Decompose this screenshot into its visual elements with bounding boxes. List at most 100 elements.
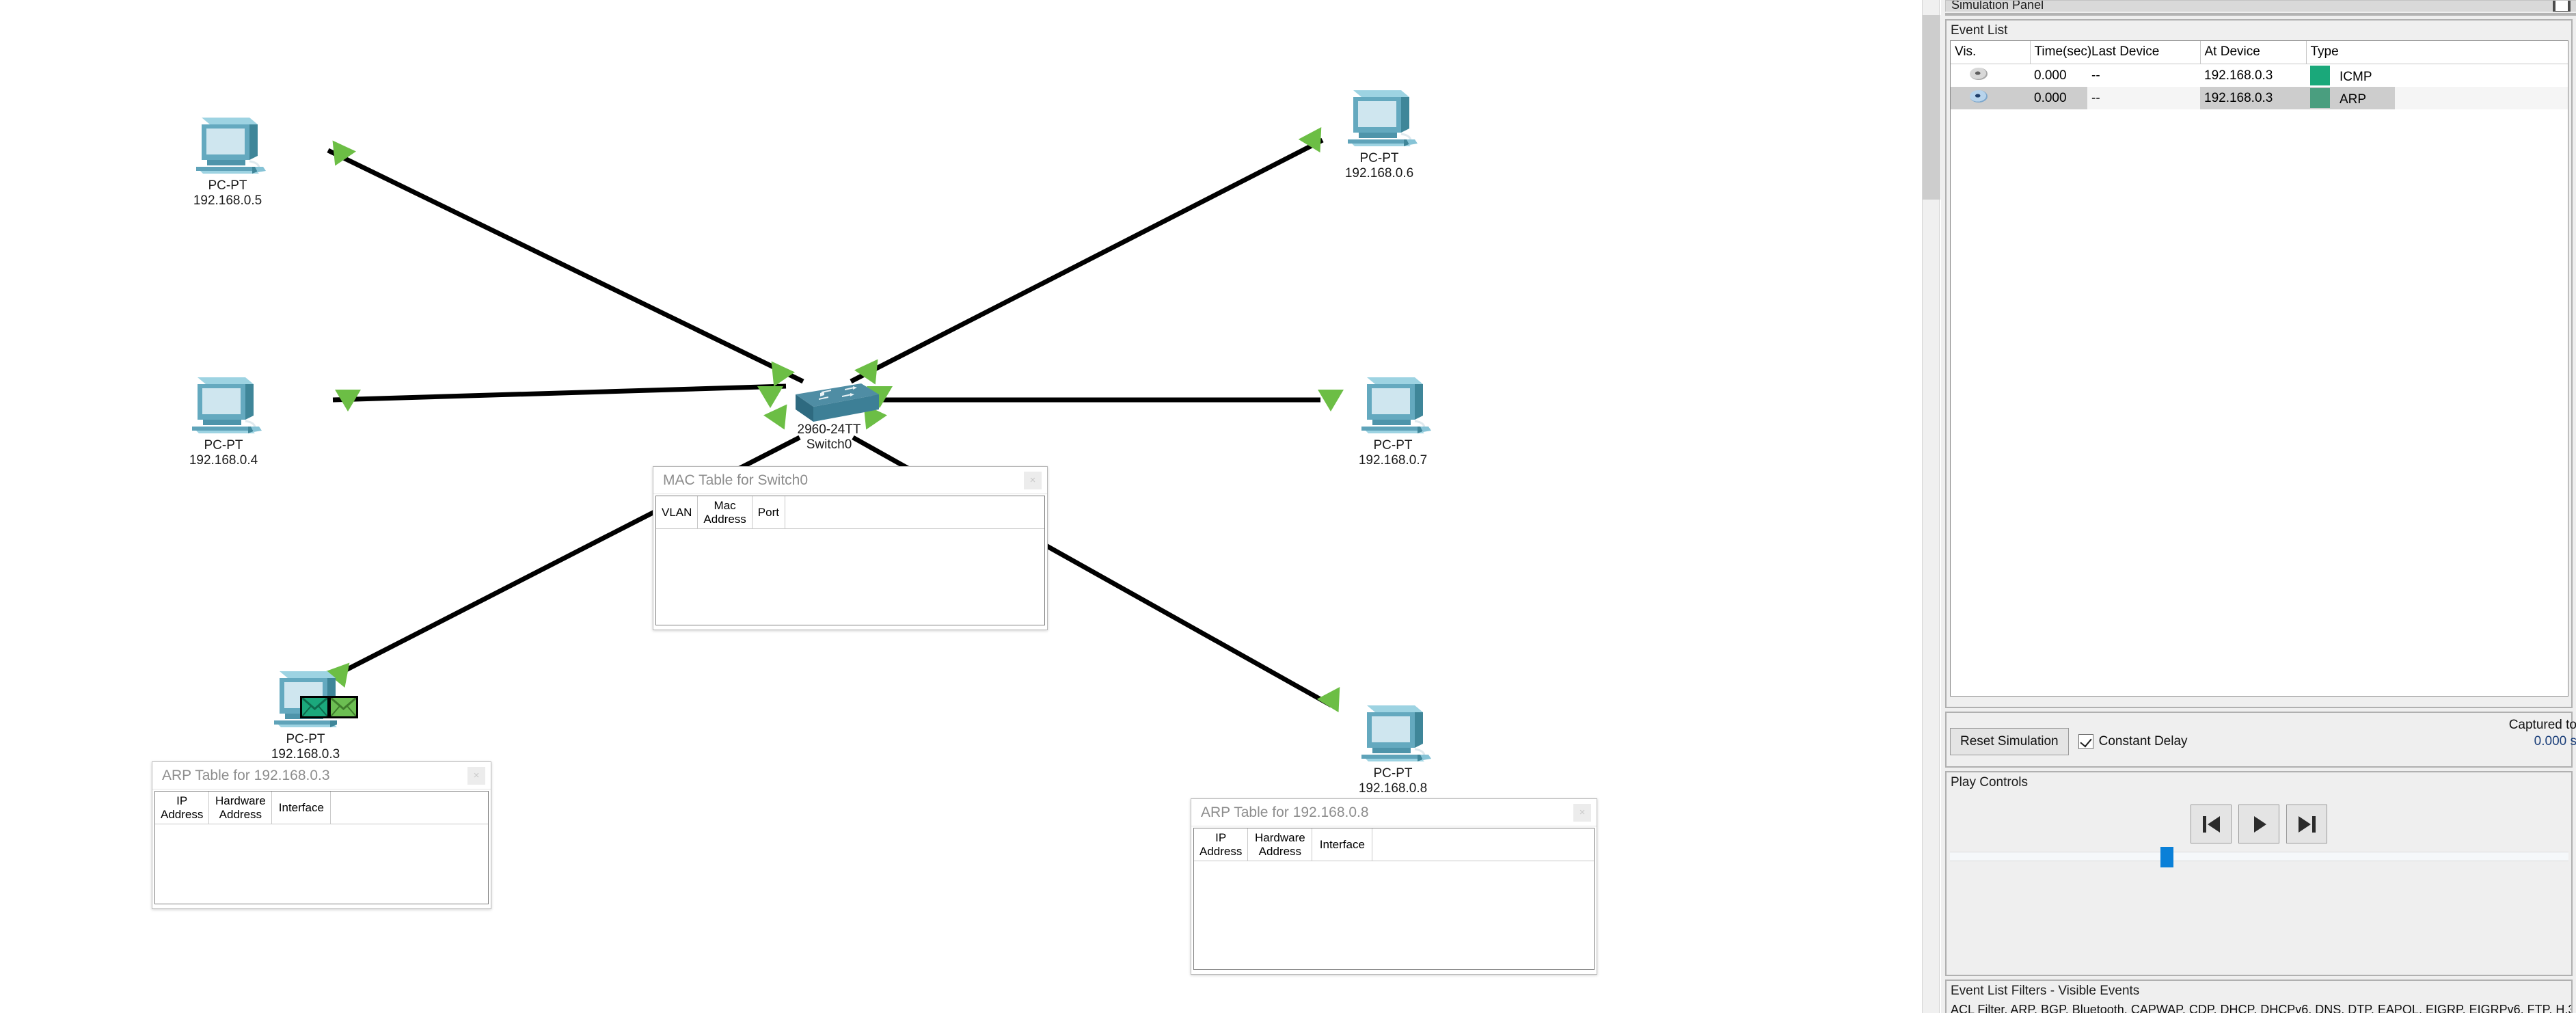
arp-col-spacer (330, 792, 488, 825)
device-pc-192-168-0-4[interactable]: PC-PT 192.168.0.4 (172, 375, 275, 469)
event-list-filters-group[interactable]: Event List Filters - Visible Events ACL … (1945, 980, 2573, 1013)
event-last-device-cell: -- (2087, 87, 2200, 109)
device-switch0[interactable]: 2960-24TT Switch0 (772, 379, 886, 453)
device-type: PC-PT (286, 732, 325, 746)
pc-icon (1338, 87, 1420, 150)
event-col-time[interactable]: Time(sec) (2030, 41, 2091, 64)
switch-model: 2960-24TT (797, 422, 861, 437)
event-type-cell: ICMP (2306, 64, 2395, 87)
eye-icon[interactable] (1970, 90, 1988, 103)
play-controls-group: Play Controls (1945, 771, 2573, 976)
packet-tracer-window: 2960-24TT Switch0 PC-PT 192.168.0.5 PC-P… (0, 0, 2576, 1013)
constant-delay-label: Constant Delay (2098, 734, 2188, 748)
packet-envelope-arp[interactable] (329, 696, 358, 718)
reset-simulation-button[interactable]: Reset Simulation (1950, 728, 2069, 755)
filters-line-1: ACL Filter, ARP, BGP, Bluetooth, CAPWAP,… (1951, 1003, 2571, 1013)
arp-table-body: IP Address Hardware Address Interface (1193, 828, 1595, 970)
event-vis-cell[interactable] (1951, 64, 2030, 87)
restore-window-icon[interactable] (2553, 1, 2571, 12)
close-icon[interactable]: × (1573, 804, 1591, 822)
device-label: PC-PT 192.168.0.7 (1342, 438, 1444, 469)
close-icon[interactable]: × (467, 767, 485, 785)
mac-table-body: VLAN Mac Address Port (655, 496, 1045, 625)
mac-table-titlebar[interactable]: MAC Table for Switch0 × (653, 467, 1047, 494)
event-time-cell: 0.000 (2030, 87, 2087, 109)
eye-icon[interactable] (1970, 67, 1988, 80)
workspace-vertical-scrollbar[interactable] (1922, 0, 1940, 1013)
arp-col-spacer (1372, 828, 1594, 862)
arp-table-window-192-168-0-8[interactable]: ARP Table for 192.168.0.8 × IP Address H… (1191, 798, 1597, 975)
play-icon[interactable] (2238, 805, 2279, 843)
event-col-spacer (2395, 41, 2568, 64)
event-type-label: ICMP (2340, 70, 2372, 84)
device-label: PC-PT 192.168.0.4 (172, 438, 275, 469)
event-col-at-device[interactable]: At Device (2200, 41, 2307, 64)
link-status-triangle (1318, 390, 1344, 411)
arp-table-header-row: IP Address Hardware Address Interface (1194, 828, 1594, 862)
constant-delay-checkbox[interactable]: Constant Delay (2078, 734, 2188, 749)
simulation-panel-titlebar[interactable]: Simulation Panel (1945, 0, 2576, 12)
arp-col-ip-address: IP Address (1194, 828, 1249, 862)
event-at-device-cell: 192.168.0.3 (2200, 87, 2306, 109)
slider-thumb[interactable] (2160, 847, 2173, 867)
device-type: PC-PT (1373, 766, 1413, 781)
packet-envelope-icmp[interactable] (300, 696, 329, 718)
forward-icon[interactable] (2286, 805, 2327, 843)
mac-table: VLAN Mac Address Port (656, 496, 1044, 530)
arp-col-ip-address: IP Address (155, 792, 210, 825)
device-label: PC-PT 192.168.0.8 (1342, 766, 1444, 797)
arp-table-window-192-168-0-3[interactable]: ARP Table for 192.168.0.3 × IP Address H… (152, 761, 491, 909)
device-pc-192-168-0-8[interactable]: PC-PT 192.168.0.8 (1342, 703, 1444, 797)
pc-icon (187, 115, 269, 178)
device-ip: 192.168.0.6 (1344, 166, 1414, 181)
arp-table-titlebar[interactable]: ARP Table for 192.168.0.3 × (152, 762, 491, 789)
type-color-chip (2310, 66, 2330, 85)
event-list-group: Event List Vis. Time(sec) Last Device At… (1945, 19, 2573, 708)
captured-to-label: Captured to (2508, 718, 2576, 732)
event-spacer-cell (2395, 87, 2568, 109)
device-label: PC-PT 192.168.0.3 (254, 732, 357, 763)
arp-col-interface: Interface (271, 792, 331, 825)
event-list-table-wrap[interactable]: Vis. Time(sec) Last Device At Device Typ… (1950, 40, 2568, 697)
arp-col-interface: Interface (1312, 828, 1373, 862)
logical-workspace[interactable]: 2960-24TT Switch0 PC-PT 192.168.0.5 PC-P… (0, 0, 1922, 1013)
event-row[interactable]: 0.000 -- 192.168.0.3 ARP (1951, 87, 2568, 109)
event-vis-cell[interactable] (1951, 87, 2030, 109)
arp-table: IP Address Hardware Address Interface (1194, 828, 1594, 862)
device-type: PC-PT (1359, 151, 1399, 165)
arp-table: IP Address Hardware Address Interface (155, 792, 488, 825)
arp-table-body: IP Address Hardware Address Interface (154, 791, 489, 904)
mac-col-spacer (785, 496, 1044, 530)
scrollbar-thumb[interactable] (1923, 15, 1940, 200)
switch-icon (779, 379, 879, 422)
device-pc-192-168-0-7[interactable]: PC-PT 192.168.0.7 (1342, 375, 1444, 469)
pc-icon (1352, 375, 1434, 437)
event-col-vis[interactable]: Vis. (1951, 41, 2031, 64)
mac-table-title: MAC Table for Switch0 (663, 472, 809, 488)
simulation-controls-group: Reset Simulation Constant Delay Captured… (1945, 712, 2576, 768)
device-ip: 192.168.0.3 (271, 747, 340, 762)
back-icon[interactable] (2191, 805, 2232, 843)
device-pc-192-168-0-6[interactable]: PC-PT 192.168.0.6 (1328, 87, 1431, 182)
event-col-type[interactable]: Type (2306, 41, 2395, 64)
device-label: PC-PT 192.168.0.5 (176, 178, 279, 209)
event-time-cell: 0.000 (2034, 68, 2067, 83)
arp-table-titlebar[interactable]: ARP Table for 192.168.0.8 × (1191, 799, 1597, 826)
event-row[interactable]: 0.000 -- 192.168.0.3 ICMP (1951, 64, 2568, 87)
simulation-speed-slider[interactable] (1950, 847, 2568, 867)
device-type: PC-PT (208, 178, 247, 193)
device-ip: 192.168.0.7 (1358, 453, 1428, 468)
checkbox-box[interactable] (2078, 734, 2093, 749)
type-color-chip (2310, 88, 2330, 108)
mac-col-mac-address: Mac Address (697, 496, 753, 530)
event-list-table: Vis. Time(sec) Last Device At Device Typ… (1951, 41, 2568, 109)
close-icon[interactable]: × (1024, 472, 1042, 489)
event-col-last-device[interactable]: Last Device (2087, 41, 2201, 64)
link-status-triangle (335, 390, 361, 411)
device-pc-192-168-0-5[interactable]: PC-PT 192.168.0.5 (176, 115, 279, 209)
mac-table-window[interactable]: MAC Table for Switch0 × VLAN Mac Address… (653, 466, 1048, 630)
event-type-label: ARP (2340, 92, 2367, 107)
arp-table-title: ARP Table for 192.168.0.3 (162, 767, 330, 783)
switch-name: Switch0 (806, 437, 852, 453)
mac-table-header-row: VLAN Mac Address Port (656, 496, 1044, 530)
